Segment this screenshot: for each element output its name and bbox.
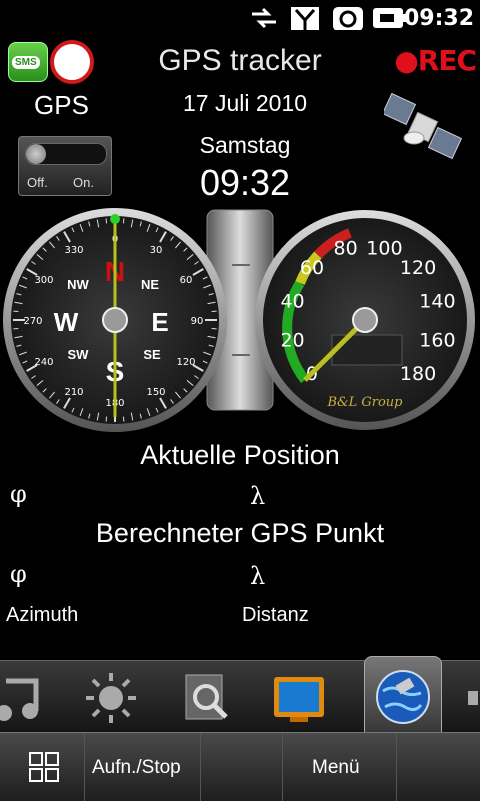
record-stop-label: Aufn./Stop <box>92 757 181 779</box>
toggle-on-label: On. <box>73 175 94 190</box>
toggle-knob[interactable] <box>26 144 46 164</box>
compass-degree-label: 150 <box>146 387 165 398</box>
tv-icon[interactable] <box>272 671 326 725</box>
current-phi-label: φ <box>10 480 27 508</box>
compass-sw: SW <box>68 347 90 362</box>
compass-degree-label: 90 <box>191 316 204 327</box>
compass-degree-label: 210 <box>64 387 83 398</box>
grid-icon <box>28 751 60 783</box>
speed-tick-label: 60 <box>300 257 324 279</box>
weekday-text: Samstag <box>160 132 330 159</box>
speedometer-gauge: 020406080100120140160180 B&L Group <box>255 210 475 430</box>
toggle-off-label: Off. <box>27 175 48 190</box>
bottom-blank-button[interactable] <box>200 733 283 801</box>
time-text: 09:32 <box>160 162 330 204</box>
compass-nw: NW <box>67 277 89 292</box>
search-icon[interactable] <box>180 671 234 725</box>
compass-hub <box>103 308 127 332</box>
speed-tick-label: 40 <box>280 291 304 313</box>
bottom-bar: Aufn./Stop Menü <box>0 732 480 801</box>
compass-degree-label: 60 <box>180 275 193 286</box>
globe-satellite-icon[interactable] <box>373 667 433 727</box>
current-lambda-label: λ <box>250 482 265 510</box>
speed-tick-label: 20 <box>280 329 304 351</box>
speed-tick-label: 140 <box>419 291 455 313</box>
grid-menu-button[interactable] <box>0 733 85 801</box>
brightness-icon[interactable] <box>84 671 138 725</box>
compass-degree-label: 300 <box>34 275 53 286</box>
calculated-gps-title: Berechneter GPS Punkt <box>0 518 480 549</box>
compass-degree-label: 270 <box>23 316 42 327</box>
compass-se: SE <box>143 347 161 362</box>
compass-east: E <box>151 307 168 337</box>
sync-icon <box>332 6 364 30</box>
speed-tick-label: 120 <box>400 257 436 279</box>
gauge-panel: 0306090120150180210240270300330 N S E W … <box>0 205 480 435</box>
azimuth-label: Azimuth <box>6 604 78 627</box>
status-bar: 09:32 <box>0 0 480 36</box>
speed-tick-label: 160 <box>419 329 455 351</box>
compass-ne: NE <box>141 277 159 292</box>
speed-tick-label: 180 <box>400 363 436 385</box>
status-clock: 09:32 <box>404 6 474 31</box>
speed-tick-label: 80 <box>333 238 357 260</box>
speedometer-hub <box>353 308 377 332</box>
distance-label: Distanz <box>242 604 309 627</box>
gps-label: GPS <box>34 90 89 121</box>
satellite-icon[interactable] <box>384 92 462 164</box>
speed-tick-label: 100 <box>366 238 402 260</box>
usb-transfer-icon <box>250 6 278 30</box>
date-text: 17 Juli 2010 <box>160 90 330 117</box>
compass-west: W <box>54 307 79 337</box>
compass-degree-label: 120 <box>176 357 195 368</box>
menu-label: Menü <box>312 757 360 779</box>
compass-degree-label: 30 <box>150 245 163 256</box>
battery-charging-icon <box>372 6 408 30</box>
current-position-title: Aktuelle Position <box>0 440 480 471</box>
record-stop-button[interactable]: Aufn./Stop <box>84 733 201 801</box>
gps-toggle[interactable]: Off. On. <box>18 136 112 196</box>
compass-degree-label: 330 <box>64 245 83 256</box>
rec-indicator: ●REC <box>394 44 476 77</box>
compass-gauge: 0306090120150180210240270300330 N S E W … <box>3 208 227 432</box>
bottom-right-button[interactable] <box>396 733 480 801</box>
music-icon[interactable] <box>0 671 46 725</box>
next-dock-icon[interactable] <box>468 671 480 725</box>
signal-icon <box>290 6 320 30</box>
menu-button[interactable]: Menü <box>282 733 397 801</box>
speedometer-brand: B&L Group <box>326 395 403 410</box>
compass-degree-label: 240 <box>34 357 53 368</box>
calc-lambda-label: λ <box>250 562 265 590</box>
calc-phi-label: φ <box>10 560 27 588</box>
dock-selected-item[interactable] <box>364 656 442 738</box>
